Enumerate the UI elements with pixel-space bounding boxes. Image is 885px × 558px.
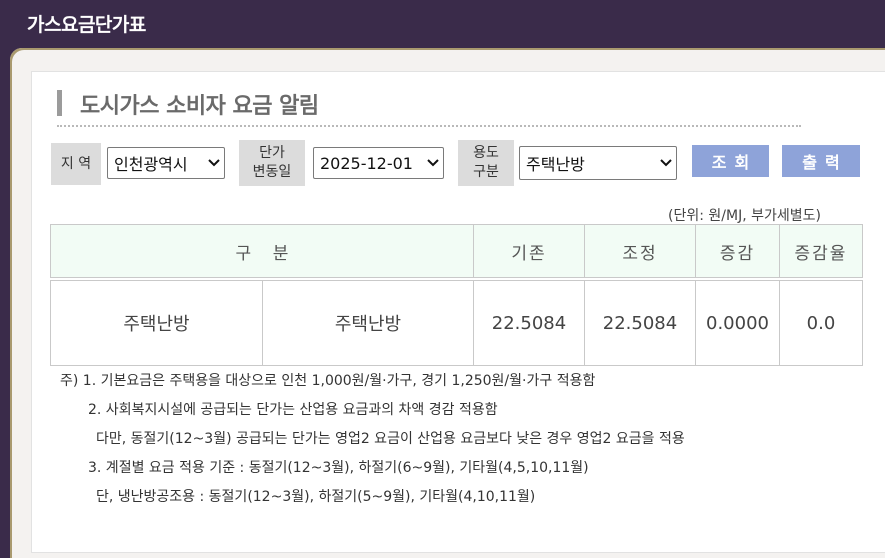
search-button[interactable]: 조회: [692, 145, 769, 177]
header-current: 기존: [473, 224, 585, 278]
cell-category: 주택난방: [50, 280, 263, 366]
table-header-row: 구 분 기존 조정 증감 증감율: [50, 224, 863, 278]
note-line: 2. 사회복지시설에 공급되는 단가는 산업용 요금과의 차액 경감 적용함: [88, 402, 498, 418]
date-label-line2: 변동일: [252, 164, 292, 180]
print-button[interactable]: 출력: [782, 145, 860, 177]
chevron-down-icon: [204, 159, 224, 167]
title-bar: 가스요금단가표: [0, 0, 885, 50]
app-title: 가스요금단가표: [27, 14, 146, 36]
region-label: 지 역: [51, 143, 101, 185]
cell-change: 0.0000: [695, 280, 780, 366]
usage-label-line1: 용도: [473, 145, 499, 161]
date-label: 단가 변동일: [239, 140, 305, 186]
notes: 주) 1. 기본요금은 주택용을 대상으로 인천 1,000원/월·가구, 경기…: [60, 367, 685, 512]
usage-select-value: 주택난방: [526, 155, 585, 174]
note-line: 다만, 동절기(12~3월) 공급되는 단가는 영업2 요금이 산업용 요금보다…: [96, 431, 685, 447]
heading-divider: [57, 125, 801, 127]
table-row: 주택난방 주택난방 22.5084 22.5084 0.0000 0.0: [50, 280, 863, 366]
note-line: 단, 냉난방공조용 : 동절기(12~3월), 하절기(5~9월), 기타월(4…: [96, 489, 536, 505]
rate-table: 구 분 기존 조정 증감 증감율 주택난방 주택난방 22.5084 22.50…: [50, 224, 863, 366]
heading-marker: [57, 90, 62, 116]
usage-label-line2: 구분: [473, 164, 499, 180]
region-select[interactable]: 인천광역시: [107, 147, 225, 179]
region-label-text: 지 역: [60, 155, 92, 172]
date-label-line1: 단가: [259, 145, 285, 161]
date-select[interactable]: 2025-12-01: [313, 147, 444, 179]
header-category: 구 분: [50, 224, 474, 278]
region-select-value: 인천광역시: [114, 155, 188, 174]
page-title: 도시가스 소비자 요금 알림: [80, 94, 319, 119]
usage-select[interactable]: 주택난방: [519, 146, 677, 180]
chevron-down-icon: [656, 159, 676, 167]
cell-current: 22.5084: [473, 280, 585, 366]
usage-label: 용도 구분: [458, 140, 514, 186]
date-select-value: 2025-12-01: [320, 153, 413, 173]
unit-note: (단위: 원/MJ, 부가세별도): [668, 208, 821, 224]
header-adjusted: 조정: [584, 224, 696, 278]
chevron-down-icon: [423, 159, 443, 167]
cell-adjusted: 22.5084: [584, 280, 696, 366]
header-change: 증감: [695, 224, 780, 278]
note-line: 주) 1. 기본요금은 주택용을 대상으로 인천 1,000원/월·가구, 경기…: [60, 373, 596, 389]
cell-subcategory: 주택난방: [262, 280, 474, 366]
header-change-rate: 증감율: [779, 224, 863, 278]
note-line: 3. 계절별 요금 적용 기준 : 동절기(12~3월), 하절기(6~9월),…: [88, 460, 589, 476]
cell-change-rate: 0.0: [779, 280, 863, 366]
